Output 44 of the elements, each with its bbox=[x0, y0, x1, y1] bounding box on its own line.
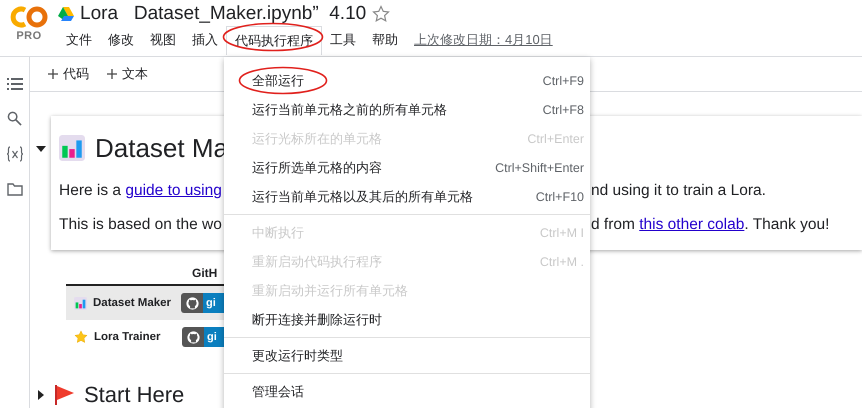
bar-chart-icon bbox=[59, 135, 85, 161]
section-heading: Start Here bbox=[84, 382, 184, 408]
collapse-caret-icon[interactable] bbox=[36, 144, 46, 154]
pro-label: PRO bbox=[16, 30, 42, 42]
star-icon bbox=[74, 330, 88, 344]
link[interactable]: guide to using bbox=[125, 182, 222, 199]
notebook-title[interactable]: Lora Dataset_Maker.ipynb” 4.10 bbox=[80, 3, 366, 25]
folder-icon[interactable] bbox=[6, 182, 22, 196]
menu-item[interactable]: 修改 bbox=[100, 26, 142, 54]
menu-option[interactable]: 运行所选单元格的内容 Ctrl+Shift+Enter bbox=[224, 153, 590, 182]
bar-chart-icon bbox=[74, 296, 87, 310]
search-icon[interactable] bbox=[7, 111, 22, 126]
menu-option[interactable]: 运行当前单元格之前的所有单元格 Ctrl+F8 bbox=[224, 95, 590, 124]
column-header: GitH bbox=[192, 266, 218, 280]
menu-item[interactable]: 文件 bbox=[58, 26, 100, 54]
plus-icon bbox=[48, 69, 58, 79]
expand-caret-icon[interactable] bbox=[36, 390, 46, 400]
paragraph-text: nd using it to train a Lora. bbox=[591, 182, 766, 199]
menu-item[interactable]: 工具 bbox=[322, 26, 364, 54]
plus-icon bbox=[107, 69, 117, 79]
variables-icon[interactable] bbox=[6, 146, 24, 162]
star-outline-icon[interactable] bbox=[372, 5, 390, 23]
add-cell-button[interactable]: 代码 bbox=[46, 63, 91, 85]
menu-item[interactable]: 视图 bbox=[142, 26, 184, 54]
last-modified-link[interactable]: 上次修改日期：4月10日 bbox=[414, 31, 553, 49]
paragraph-text: d from bbox=[591, 216, 636, 233]
paragraph-text: This is based on the wo bbox=[59, 216, 222, 233]
github-icon bbox=[186, 296, 198, 310]
menu-item[interactable]: 插入 bbox=[184, 26, 226, 54]
menu-option[interactable]: 运行当前单元格以及其后的所有单元格 Ctrl+F10 bbox=[224, 182, 590, 211]
menu-option[interactable]: 管理会话 bbox=[224, 377, 590, 406]
paragraph-text: Here is a bbox=[59, 182, 122, 199]
link[interactable]: this other colab bbox=[639, 216, 744, 233]
table-cell-text: Lora Trainer bbox=[94, 331, 162, 343]
github-icon bbox=[186, 330, 200, 344]
drive-icon[interactable] bbox=[58, 7, 74, 21]
paragraph-text: . Thank you! bbox=[744, 216, 830, 233]
flag-icon bbox=[54, 384, 76, 406]
menu-option[interactable]: 全部运行 Ctrl+F9 bbox=[224, 66, 590, 95]
add-cell-button[interactable]: 文本 bbox=[105, 63, 150, 85]
menu-item[interactable]: 帮助 bbox=[364, 26, 406, 54]
table-cell-text: Dataset Maker bbox=[93, 297, 172, 309]
table-of-contents-icon[interactable] bbox=[6, 77, 22, 91]
menu-item[interactable]: 代码执行程序 bbox=[226, 26, 322, 54]
